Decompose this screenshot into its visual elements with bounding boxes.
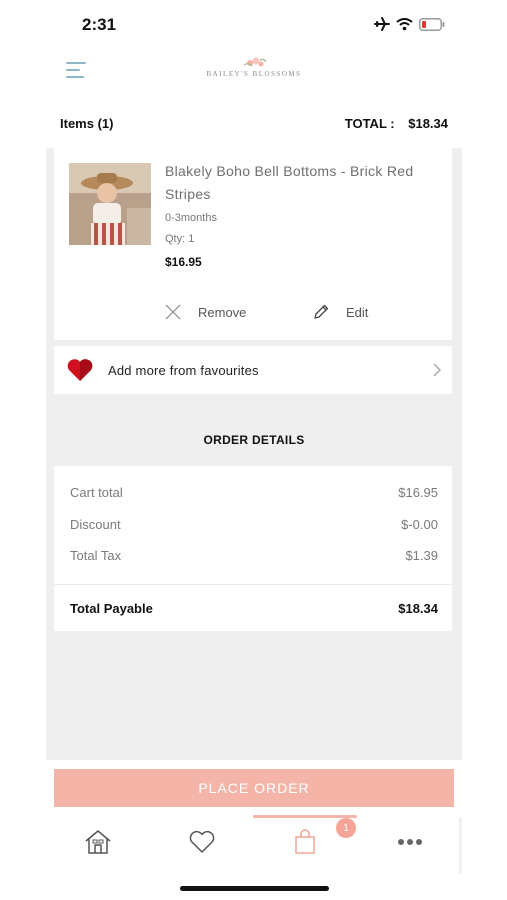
total-payable-label: Total Payable: [70, 601, 153, 616]
home-icon: [85, 830, 111, 854]
product-name[interactable]: Blakely Boho Bell Bottoms - Brick Red St…: [165, 160, 450, 206]
item-actions: Remove Edit: [164, 303, 368, 321]
airplane-icon: [374, 17, 390, 31]
order-line-value: $-0.00: [401, 517, 438, 532]
tab-favourites[interactable]: [182, 825, 222, 859]
order-line-tax: Total Tax $1.39: [70, 548, 438, 563]
shopping-bag-icon: [295, 829, 315, 854]
flower-logo-icon: [243, 57, 267, 67]
place-order-button[interactable]: PLACE ORDER: [54, 769, 454, 807]
order-line-cart-total: Cart total $16.95: [70, 485, 438, 500]
menu-icon[interactable]: [66, 62, 88, 82]
status-icons: [374, 17, 445, 31]
order-line-label: Discount: [70, 517, 121, 532]
status-bar: 2:31: [0, 0, 507, 50]
order-line-label: Total Tax: [70, 548, 122, 563]
total-value: $18.34: [408, 115, 448, 131]
order-details-title: ORDER DETAILS: [203, 433, 305, 447]
order-line-label: Cart total: [70, 485, 123, 500]
status-time: 2:31: [82, 15, 117, 34]
product-price: $16.95: [165, 255, 202, 269]
cart-summary: Items (1) TOTAL : $18.34: [60, 112, 448, 134]
more-icon: [398, 839, 422, 845]
remove-button[interactable]: Remove: [164, 303, 312, 321]
product-variant: 0-3months: [165, 212, 217, 224]
edit-label: Edit: [346, 304, 369, 320]
heart-filled-icon: [66, 358, 94, 382]
summary-total: TOTAL : $18.34: [345, 116, 448, 131]
cart-count-badge: 1: [336, 818, 356, 838]
add-from-favourites[interactable]: Add more from favourites: [54, 346, 452, 394]
tab-cart[interactable]: [285, 825, 325, 859]
edit-button[interactable]: Edit: [312, 303, 368, 321]
home-indicator: [180, 886, 329, 891]
order-details-card: Cart total $16.95 Discount $-0.00 Total …: [54, 466, 452, 631]
battery-low-icon: [419, 17, 445, 31]
chevron-right-icon: [432, 362, 442, 378]
order-line-value: $1.39: [405, 548, 438, 563]
total-payable-row: Total Payable $18.34: [70, 601, 438, 616]
app-header: BAILEY'S BLOSSOMS: [0, 52, 507, 96]
logo-text: BAILEY'S BLOSSOMS: [206, 70, 302, 78]
tab-home[interactable]: [78, 825, 118, 859]
cart-content[interactable]: Blakely Boho Bell Bottoms - Brick Red St…: [46, 148, 462, 760]
pencil-icon: [314, 304, 329, 319]
brand-logo: BAILEY'S BLOSSOMS: [200, 56, 308, 78]
divider: [54, 584, 452, 585]
order-line-value: $16.95: [398, 485, 438, 500]
active-tab-indicator: [253, 815, 357, 818]
order-line-discount: Discount $-0.00: [70, 517, 438, 532]
product-quantity: Qty: 1: [165, 233, 195, 245]
heart-icon: [189, 830, 215, 853]
total-payable-value: $18.34: [398, 601, 438, 616]
remove-label: Remove: [198, 304, 247, 320]
total-label: TOTAL :: [344, 115, 395, 131]
cart-item-card: Blakely Boho Bell Bottoms - Brick Red St…: [54, 148, 452, 340]
wifi-icon: [396, 17, 413, 30]
product-thumbnail[interactable]: [69, 163, 151, 245]
divider: [459, 818, 462, 874]
items-count: Items (1): [60, 115, 114, 131]
tab-more[interactable]: [390, 825, 430, 859]
bottom-tab-bar: 1: [46, 815, 462, 870]
favourites-label: Add more from favourites: [108, 362, 259, 378]
close-icon: [165, 304, 181, 320]
